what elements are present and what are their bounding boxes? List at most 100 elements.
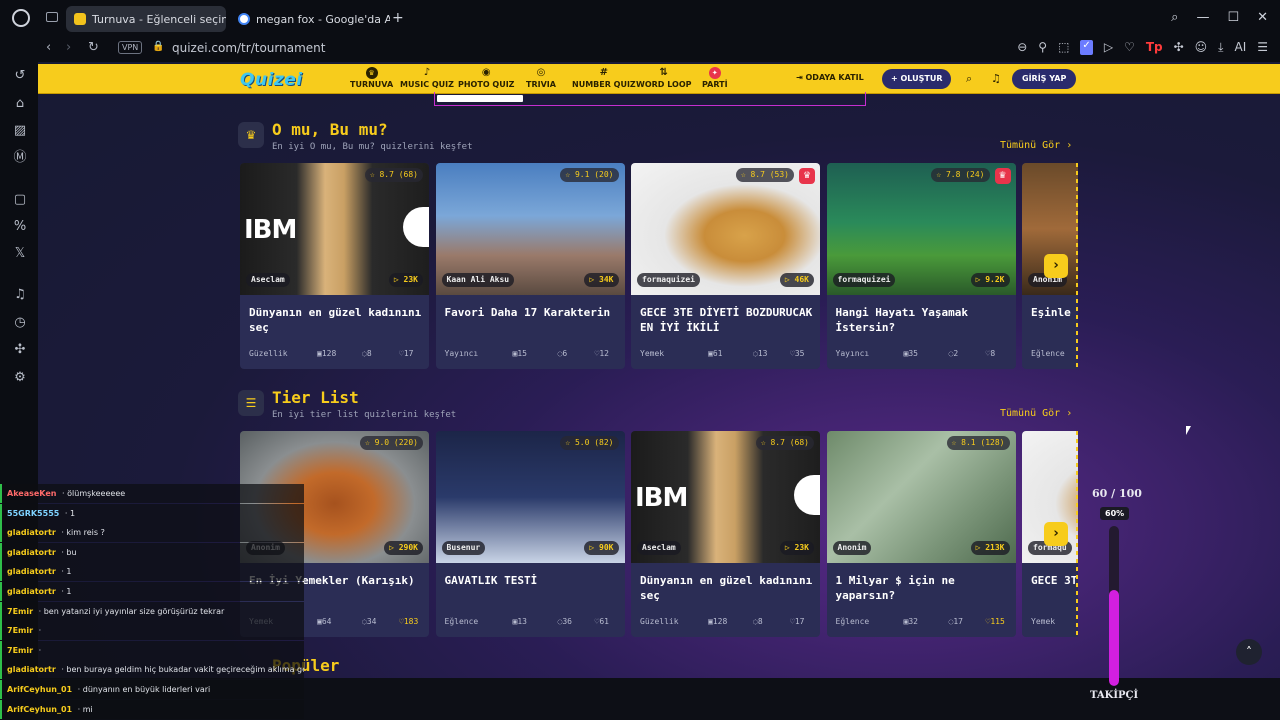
crypto-wallet-icon[interactable]: ⌂ [12, 96, 28, 112]
join-room-button[interactable]: ⇥ ODAYA KATIL [796, 73, 864, 82]
category-label[interactable]: Eğlence [1031, 349, 1065, 358]
author-badge[interactable]: Kaan Ali Aksu [441, 273, 515, 287]
like-count[interactable]: ♡ 183 [399, 617, 418, 626]
like-count[interactable]: ♡ 17 [399, 349, 413, 358]
back-icon[interactable]: ‹ [46, 40, 51, 55]
author-badge[interactable]: formaquizei [637, 273, 700, 287]
like-count[interactable]: ♡ 35 [790, 349, 804, 358]
like-count[interactable]: ♡ 61 [595, 617, 609, 626]
quiz-title[interactable]: Hangi Hayatı Yaşamak İstersin? [836, 305, 1010, 335]
scroll-to-top-button[interactable]: ˄ [1236, 639, 1262, 665]
url-field[interactable]: quizei.com/tr/tournament [172, 41, 325, 55]
x-twitter-icon[interactable]: 𝕏 [12, 246, 28, 262]
quiz-card[interactable]: ☆ 8.1 (128) Anonim ▷ 213K 1 Milyar $ için n… [826, 431, 1016, 637]
author-badge[interactable]: Aseclam [246, 273, 290, 287]
create-button[interactable]: + OLUŞTUR [882, 69, 952, 89]
author-badge[interactable]: Busenur [441, 541, 486, 555]
bell-icon[interactable]: ♫ [991, 72, 1001, 85]
percent-icon[interactable]: % [12, 219, 28, 235]
nav-item[interactable]: ♛ TURNUVA [350, 67, 393, 89]
quiz-card[interactable]: ☆ 9.1 (20) Kaan Ali Aksu ▷ 34K Favori Daha … [435, 163, 625, 369]
author-badge[interactable]: Aseclam [637, 541, 681, 555]
download-icon[interactable]: ⤓ [1218, 40, 1223, 55]
carousel-next-button[interactable]: › [1044, 522, 1068, 546]
quizei-logo[interactable]: Quizei [240, 70, 303, 90]
quiz-card[interactable]: ☆ 5.0 (82) Busenur ▷ 90K GAVATLIK TESTİ Eğle… [435, 431, 625, 637]
minimize-icon[interactable]: — [1196, 10, 1209, 25]
close-icon[interactable]: ✕ [1257, 10, 1268, 25]
messenger-icon[interactable]: Ⓜ [12, 150, 28, 166]
tp-extension-icon[interactable]: Tp [1146, 40, 1163, 55]
snapshot-icon[interactable]: ⬚ [1058, 40, 1069, 55]
adblock-shield-icon[interactable]: ✓ [1080, 40, 1093, 55]
carousel-next-button[interactable]: › [1044, 254, 1068, 278]
pinboard-icon[interactable]: ▨ [12, 123, 28, 139]
tab-google[interactable]: megan fox - Google'da Ara [230, 6, 390, 32]
menu-icon[interactable]: ☰ [1257, 40, 1268, 55]
vpn-badge[interactable]: VPN [118, 41, 143, 54]
quiz-card[interactable]: IBM ☆ 8.7 (68) Aseclam ▷ 23K Dünyanın en güz… [631, 431, 820, 637]
quiz-title[interactable]: GECE 3T BOZDURU [1031, 573, 1078, 588]
quiz-card[interactable]: IBM ☆ 8.7 (68) Aseclam ▷ 23K Dünyanın en güz… [240, 163, 429, 369]
see-all-link[interactable]: Tümünü Gör › [1000, 140, 1072, 151]
heart-icon[interactable]: ♡ [1124, 40, 1135, 55]
settings-icon[interactable]: ⚙ [12, 370, 28, 386]
nav-item[interactable]: ◉ PHOTO QUIZ [458, 67, 514, 89]
aria-icon[interactable]: ↺ [12, 68, 28, 84]
pin-icon[interactable]: ⚲ [1038, 40, 1047, 55]
category-label[interactable]: Yayıncı [445, 349, 479, 358]
quiz-title[interactable]: GECE 3TE DİYETİ BOZDURUCAK EN İYİ İKİLİ [640, 305, 814, 335]
author-badge[interactable]: formaquizei [832, 273, 896, 287]
nav-item[interactable]: # NUMBER QUIZ [572, 67, 636, 89]
tab-turnuva[interactable]: Turnuva - Eğlenceli seçim [66, 6, 226, 32]
like-count[interactable]: ♡ 8 [986, 349, 996, 358]
search-icon[interactable]: ⌕ [966, 72, 972, 86]
category-label[interactable]: Yayıncı [836, 349, 870, 358]
history-icon[interactable]: ◷ [12, 315, 28, 331]
quiz-title[interactable]: 1 Milyar $ için ne yaparsın? [836, 573, 1010, 603]
like-count[interactable]: ♡ 17 [790, 617, 804, 626]
nav-item[interactable]: ♪ MUSIC QUIZ [400, 67, 454, 89]
like-count[interactable]: ♡ 12 [595, 349, 609, 358]
nav-item[interactable]: ✦ PARTİ [702, 67, 728, 89]
see-all-link[interactable]: Tümünü Gör › [1000, 408, 1072, 419]
quiz-title[interactable]: Favori Daha 17 Karakterin [445, 305, 619, 320]
category-label[interactable]: Yemek [640, 349, 664, 358]
tab-manager-icon[interactable] [46, 12, 58, 22]
quiz-card[interactable]: ☆ 8.7 (53) ♛ formaquizei ▷ 46K GECE 3TE DİYE… [631, 163, 820, 369]
opera-logo-icon[interactable] [12, 9, 30, 27]
music-player-icon[interactable]: ♫ [12, 287, 28, 303]
like-count[interactable]: ♡ 115 [986, 617, 1005, 626]
category-label[interactable]: Güzellik [640, 617, 679, 626]
play-icon[interactable]: ▷ [1104, 40, 1113, 55]
nav-item[interactable]: ⇅ WORD LOOP [636, 67, 692, 89]
forward-icon[interactable]: › [66, 40, 71, 55]
category-label[interactable]: Yemek [1031, 617, 1055, 626]
puzzle-icon[interactable]: ✣ [1174, 40, 1184, 55]
account-icon[interactable]: ☺ [1195, 40, 1208, 55]
tab-search-icon[interactable]: ⌕ [1171, 10, 1178, 25]
crown-icon: ♛ [238, 122, 264, 148]
nav-item-label: NUMBER QUIZ [572, 80, 636, 89]
quiz-title[interactable]: GAVATLIK TESTİ [445, 573, 619, 588]
login-button[interactable]: GİRİŞ YAP [1012, 69, 1077, 89]
new-tab-button[interactable]: + [392, 10, 404, 26]
lock-icon[interactable]: 🔒 [152, 41, 164, 52]
category-label[interactable]: Eğlence [445, 617, 479, 626]
nav-item[interactable]: ◎ TRIVIA [526, 67, 556, 89]
maximize-icon[interactable]: ☐ [1227, 10, 1239, 25]
zoom-icon[interactable]: ⊖ [1017, 40, 1027, 55]
quiz-title[interactable]: Eşinle isterdi [1031, 305, 1078, 320]
category-label[interactable]: Eğlence [836, 617, 870, 626]
category-label[interactable]: Güzellik [249, 349, 288, 358]
quiz-title[interactable]: Dünyanın en güzel kadınını seç [249, 305, 423, 335]
search-dropdown[interactable] [434, 92, 866, 106]
quiz-card[interactable]: ☆ 7.8 (24) ♛ formaquizei ▷ 9.2K Hangi Hayatı… [826, 163, 1016, 369]
aria-ai-icon[interactable]: AI [1234, 40, 1246, 55]
author-badge[interactable]: Anonim [832, 541, 872, 555]
play-count: ▷ 34K [584, 273, 619, 287]
reload-icon[interactable]: ↻ [88, 40, 99, 55]
quiz-title[interactable]: Dünyanın en güzel kadınını seç [640, 573, 814, 603]
twitch-icon[interactable]: ▢ [12, 192, 28, 208]
extensions-icon[interactable]: ✣ [12, 342, 28, 358]
